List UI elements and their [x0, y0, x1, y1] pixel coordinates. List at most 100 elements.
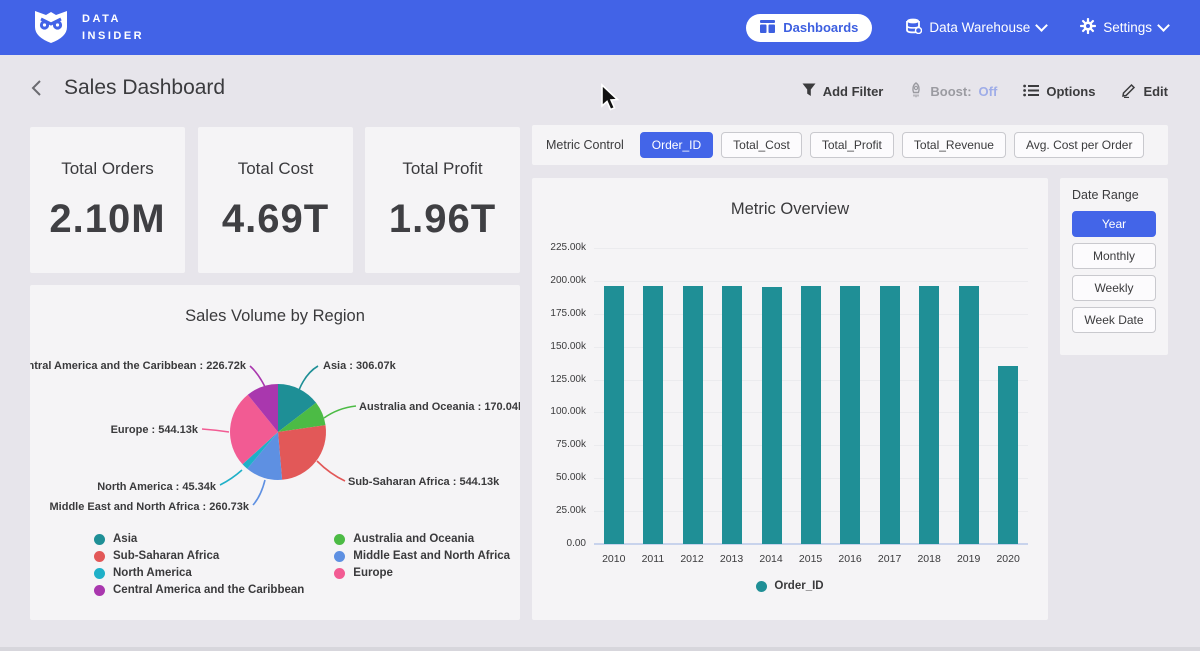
- legend-dot: [94, 585, 105, 596]
- legend-dot: [334, 568, 345, 579]
- date-range-button-monthly[interactable]: Monthly: [1072, 243, 1156, 269]
- legend-item-asia[interactable]: Asia: [94, 533, 304, 545]
- legend-dot: [94, 568, 105, 579]
- boost-status: Off: [979, 84, 998, 99]
- bar-2014[interactable]: [762, 287, 782, 544]
- bar-2016[interactable]: [840, 286, 860, 545]
- bar-2015[interactable]: [801, 286, 821, 544]
- pie-callout-label: Central America and the Caribbean : 226.…: [30, 360, 247, 372]
- x-axis-tick: 2020: [996, 553, 1019, 565]
- y-axis-tick: 50.00k: [532, 472, 586, 483]
- y-axis-tick: 125.00k: [532, 374, 586, 385]
- bar-chart-legend[interactable]: Order_ID: [532, 580, 1048, 592]
- metric-button-total-revenue[interactable]: Total_Revenue: [902, 132, 1006, 158]
- legend-item-north-america[interactable]: North America: [94, 567, 304, 579]
- nav-settings[interactable]: Settings: [1080, 18, 1168, 37]
- legend-label: Sub-Saharan Africa: [113, 550, 219, 562]
- x-axis-tick: 2015: [799, 553, 822, 565]
- y-axis-tick: 100.00k: [532, 406, 586, 417]
- options-button[interactable]: Options: [1023, 84, 1095, 100]
- kpi-value: 1.96T: [389, 197, 496, 242]
- kpi-value: 4.69T: [222, 197, 329, 242]
- bottom-strip: [0, 647, 1200, 651]
- date-range-button-week-date[interactable]: Week Date: [1072, 307, 1156, 333]
- kpi-label: Total Cost: [238, 159, 314, 179]
- callout-line: [317, 461, 345, 481]
- legend-label: Europe: [353, 567, 393, 579]
- date-range-panel: Date Range YearMonthlyWeeklyWeek Date: [1060, 178, 1168, 355]
- add-filter-button[interactable]: Add Filter: [802, 83, 884, 100]
- pie-legend: Asia Sub-Saharan Africa North America Centr…: [94, 533, 510, 596]
- y-axis-tick: 225.00k: [532, 242, 586, 253]
- y-axis-tick: 200.00k: [532, 275, 586, 286]
- filter-icon: [802, 83, 816, 100]
- callout-line: [253, 480, 265, 505]
- legend-label: Order_ID: [774, 580, 823, 592]
- legend-item-central-america-and-the-caribbean[interactable]: Central America and the Caribbean: [94, 584, 304, 596]
- metric-button-total-profit[interactable]: Total_Profit: [810, 132, 894, 158]
- legend-label: Central America and the Caribbean: [113, 584, 304, 596]
- boost-toggle[interactable]: Boost: Off: [909, 82, 997, 101]
- legend-label: North America: [113, 567, 192, 579]
- callout-line: [299, 366, 318, 390]
- legend-item-sub-saharan-africa[interactable]: Sub-Saharan Africa: [94, 550, 304, 562]
- x-axis-tick: 2013: [720, 553, 743, 565]
- legend-dot: [94, 551, 105, 562]
- y-axis-tick: 0.00: [532, 538, 586, 549]
- x-axis-tick: 2014: [759, 553, 782, 565]
- pencil-icon: [1121, 83, 1136, 101]
- nav-data-warehouse[interactable]: Data Warehouse: [906, 18, 1046, 37]
- legend-dot: [334, 534, 345, 545]
- kpi-label: Total Profit: [402, 159, 482, 179]
- pie-callout-label: Australia and Oceania : 170.04k: [359, 401, 520, 413]
- date-range-button-year[interactable]: Year: [1072, 211, 1156, 237]
- edit-button[interactable]: Edit: [1121, 83, 1168, 101]
- metric-button-avg-cost-per-order[interactable]: Avg. Cost per Order: [1014, 132, 1145, 158]
- nav-dashboards-button[interactable]: Dashboards: [746, 14, 872, 42]
- bar-2011[interactable]: [643, 286, 663, 544]
- legend-item-middle-east-and-north-africa[interactable]: Middle East and North Africa: [334, 550, 510, 562]
- date-range-button-weekly[interactable]: Weekly: [1072, 275, 1156, 301]
- pie-callout-label: Middle East and North Africa : 260.73k: [50, 501, 250, 513]
- legend-item-europe[interactable]: Europe: [334, 567, 510, 579]
- x-axis-tick: 2012: [680, 553, 703, 565]
- legend-dot: [94, 534, 105, 545]
- pie-callout-label: Asia : 306.07k: [323, 360, 397, 372]
- kpi-label: Total Orders: [61, 159, 154, 179]
- top-navbar: DATA INSIDER Dashboards: [0, 0, 1200, 55]
- sales-volume-chart-card: Sales Volume by Region Asia : 306.07kAus…: [30, 285, 520, 620]
- legend-item-australia-and-oceania[interactable]: Australia and Oceania: [334, 533, 510, 545]
- metric-button-order-id[interactable]: Order_ID: [640, 132, 713, 158]
- metric-overview-chart-card: Metric Overview Order_ID 225.00k 200.00k 1…: [532, 178, 1048, 620]
- bar-2019[interactable]: [959, 286, 979, 544]
- brand-logo[interactable]: DATA INSIDER: [32, 6, 144, 49]
- gear-icon: [1080, 18, 1096, 37]
- pie-callout-label: Europe : 544.13k: [111, 424, 199, 436]
- legend-dot: [756, 581, 767, 592]
- bar-2013[interactable]: [722, 286, 742, 544]
- kpi-card-total-profit: Total Profit 1.96T: [365, 127, 520, 273]
- bar-2017[interactable]: [880, 286, 900, 544]
- bar-2020[interactable]: [998, 366, 1018, 544]
- bar-2018[interactable]: [919, 286, 939, 544]
- y-axis-tick: 25.00k: [532, 505, 586, 516]
- legend-label: Australia and Oceania: [353, 533, 474, 545]
- x-axis-tick: 2018: [917, 553, 940, 565]
- pie-slice-sub-saharan-africa[interactable]: [278, 425, 326, 480]
- pie-callout-label: North America : 45.34k: [97, 481, 217, 493]
- back-button[interactable]: [28, 79, 46, 97]
- page-title: Sales Dashboard: [64, 76, 225, 100]
- chevron-down-icon: [1157, 19, 1170, 32]
- kpi-value: 2.10M: [49, 197, 165, 242]
- database-icon: [906, 18, 922, 37]
- bar-2012[interactable]: [683, 286, 703, 545]
- y-axis-tick: 175.00k: [532, 308, 586, 319]
- owl-logo-icon: [32, 6, 70, 49]
- bar-series: [594, 248, 1028, 544]
- mouse-cursor: [598, 83, 620, 113]
- metric-button-total-cost[interactable]: Total_Cost: [721, 132, 802, 158]
- bar-2010[interactable]: [604, 286, 624, 544]
- bar-chart-title: Metric Overview: [532, 200, 1048, 219]
- kpi-card-total-cost: Total Cost 4.69T: [198, 127, 353, 273]
- legend-dot: [334, 551, 345, 562]
